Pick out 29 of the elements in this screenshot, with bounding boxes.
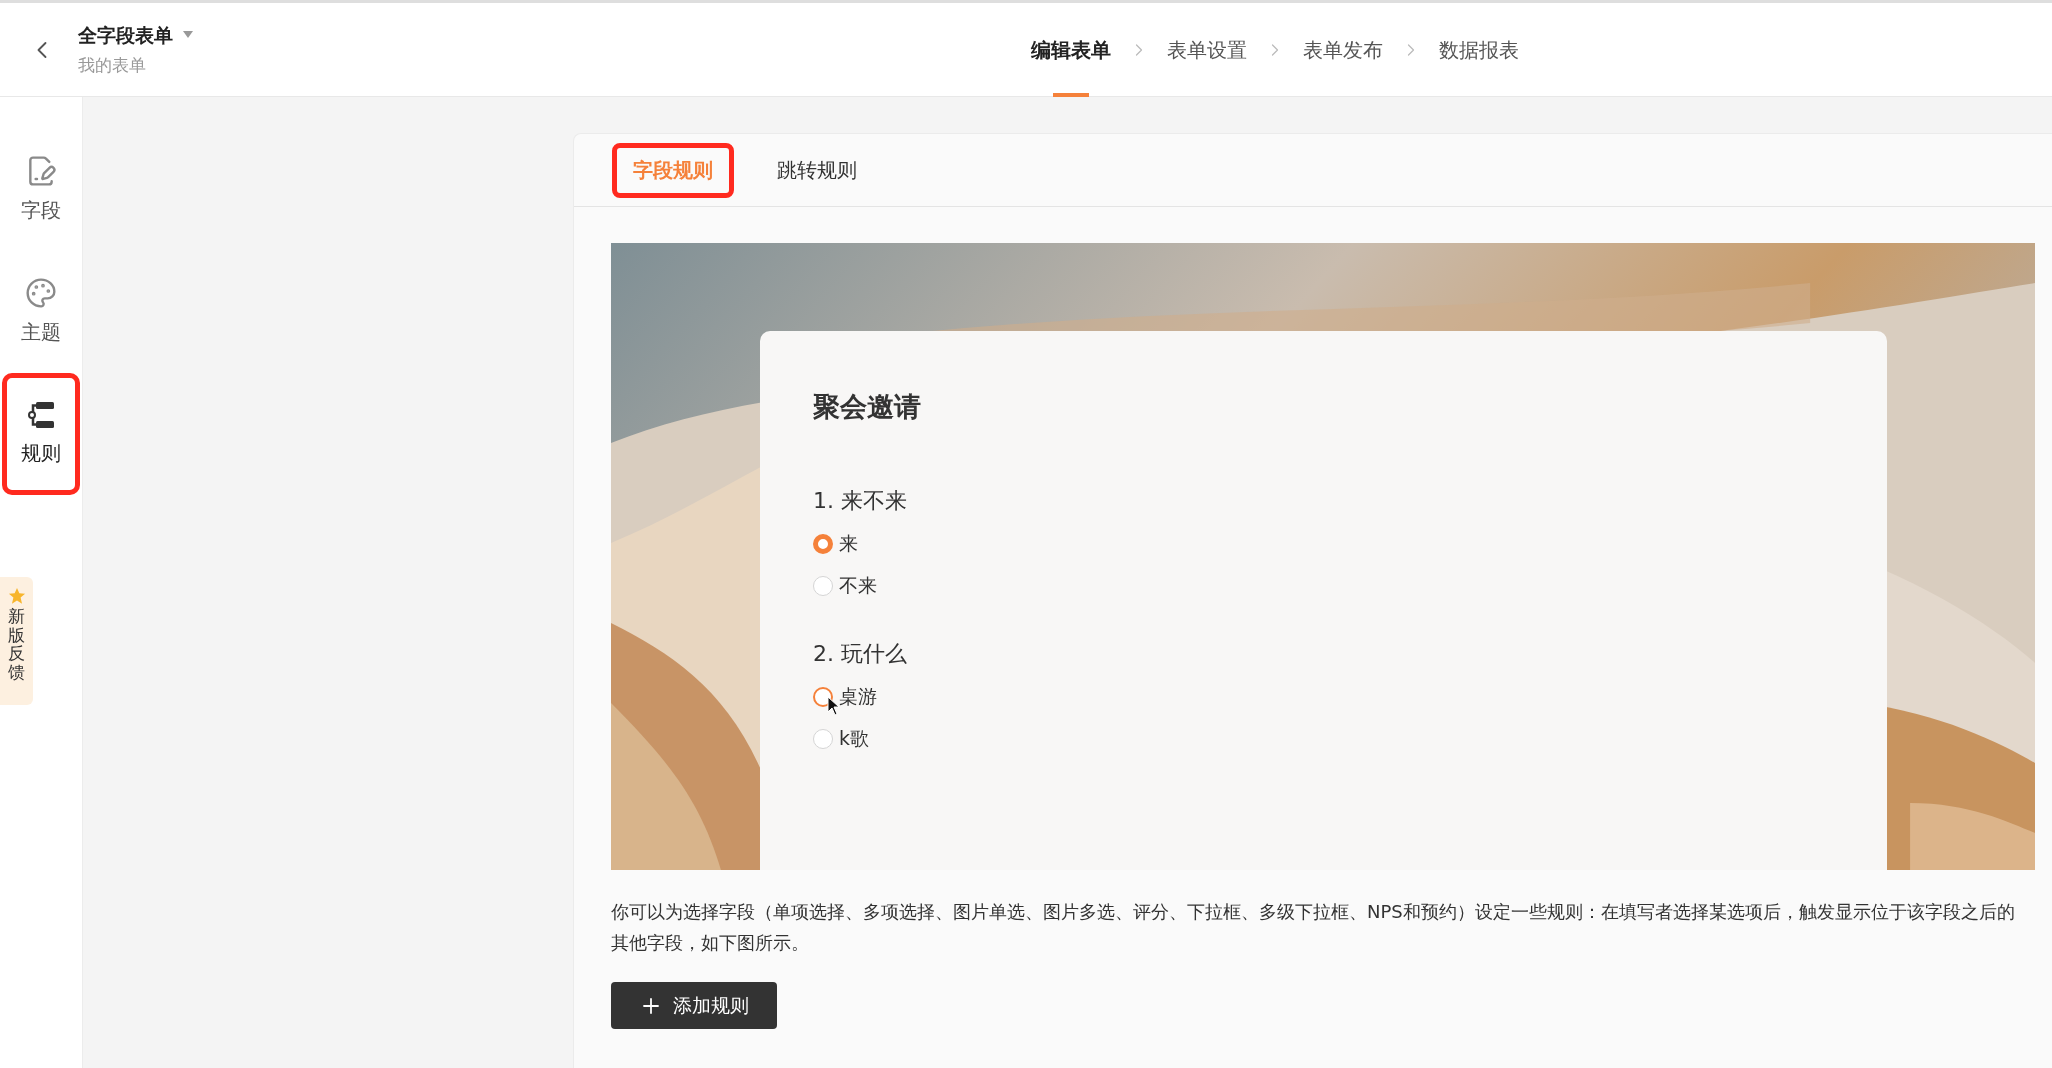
step-tab[interactable]: 表单发布: [1303, 3, 1383, 96]
option-label: 桌游: [839, 684, 877, 710]
flow-rules-icon: [26, 400, 56, 430]
add-rule-button[interactable]: 添加规则: [611, 982, 777, 1029]
sidebar-item[interactable]: 字段: [2, 129, 80, 251]
option-label: 来: [839, 531, 858, 557]
palette-icon: [25, 277, 57, 309]
step-tab[interactable]: 数据报表: [1439, 3, 1519, 96]
star-icon: [7, 587, 26, 605]
step-tab[interactable]: 表单设置: [1167, 3, 1247, 96]
sidebar-item[interactable]: 规则: [2, 373, 80, 495]
sidebar-item[interactable]: 主题: [2, 251, 80, 373]
dropdown-caret-icon[interactable]: [183, 31, 193, 39]
active-step-indicator: [1053, 93, 1089, 97]
rules-description: 你可以为选择字段（单项选择、多项选择、图片单选、图片多选、评分、下拉框、多级下拉框、NPS和预约）设定一些规则：在填写者选择某选项后，触发显示位于该字段之后的其他字段，如下图所示。: [611, 900, 2016, 955]
preview-form-title: 聚会邀请: [813, 390, 922, 424]
form-title: 全字段表单: [78, 22, 173, 48]
option-label: k歌: [839, 726, 869, 752]
question-title: 2. 玩什么: [813, 639, 908, 668]
rule-tab[interactable]: 跳转规则: [756, 142, 878, 198]
option-label: 不来: [839, 573, 877, 599]
question-title: 1. 来不来: [813, 486, 908, 515]
radio-button[interactable]: [813, 728, 833, 749]
step-tab[interactable]: 编辑表单: [1031, 3, 1111, 96]
feedback-tab[interactable]: 新版反馈: [0, 577, 33, 705]
radio-button[interactable]: [813, 575, 833, 596]
form-folder-label: 我的表单: [78, 54, 147, 77]
feedback-label: 新版反馈: [8, 607, 25, 682]
radio-button[interactable]: [813, 533, 833, 554]
